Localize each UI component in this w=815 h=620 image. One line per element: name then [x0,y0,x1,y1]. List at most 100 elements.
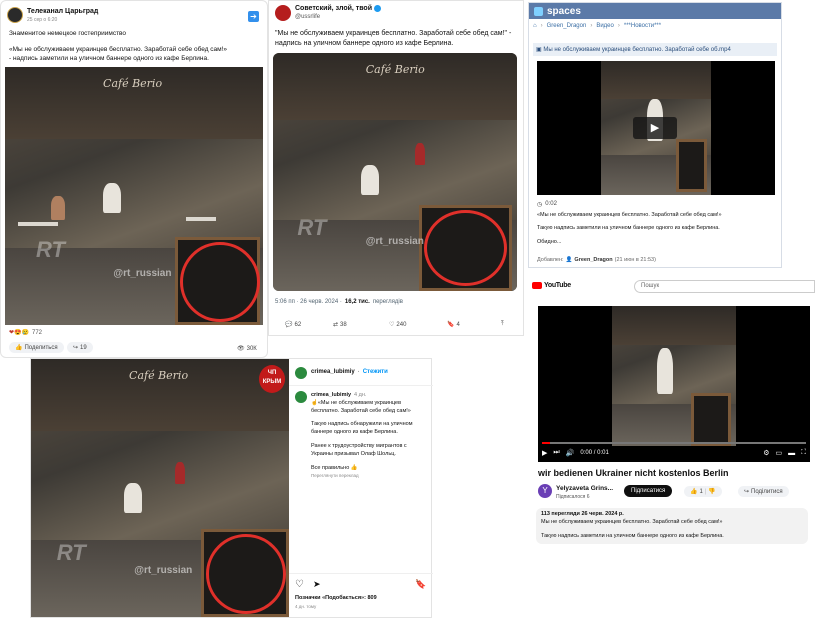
channel-name[interactable]: Yelyzaveta Grins... [556,485,613,492]
repost-icon: ⇄ [333,322,339,328]
user-handle[interactable]: @ussrlife [295,14,320,20]
heart-icon[interactable]: ♡ [295,579,304,590]
added-time: (21 июн в 21:53) [614,257,656,263]
search-input[interactable]: Пошук [634,280,815,293]
post-age: 4 дн. тому [295,604,317,609]
reaction-count: 772 [32,330,43,336]
likes-count: Позначки «Подобається»: 809 [295,595,377,601]
thumbs-up-icon: 👍 [15,345,23,351]
like-count: 240 [396,321,407,328]
telegram-post: Телеканал Царьград 25 сер о 6:20 ➔ Знаме… [0,0,268,358]
like-button[interactable]: ♡ 240 [389,321,407,329]
views: 👁 30К [237,345,257,353]
repost-button[interactable]: ⇄ 38 [333,321,347,329]
share-icon[interactable]: ➤ [313,579,321,590]
share-button[interactable]: ↪ 19 [67,342,93,353]
breadcrumb-user[interactable]: Green_Dragon [547,23,587,29]
channel-avatar[interactable] [7,7,23,23]
caption-username[interactable]: crimea_lubimiy [311,392,351,398]
user-avatar[interactable] [295,367,307,379]
follow-button[interactable]: Стежити [363,369,388,375]
watermark: @rt_russian [134,565,193,577]
channel-avatar[interactable]: Y [538,484,552,498]
spaces-logo-icon [534,6,543,16]
youtube-logo[interactable]: YouTube [532,282,571,289]
channel-name[interactable]: Телеканал Царьград [27,8,98,15]
user-avatar[interactable] [275,5,291,21]
play-icon[interactable]: ▶ [542,449,547,457]
highlight-circle [424,210,508,287]
clock-icon: ◷ [537,202,543,208]
spaces-logo[interactable]: spaces [547,6,581,17]
channel-badge: ЧП КРЫМ [259,365,285,393]
theater-icon[interactable]: ▬ [788,450,795,457]
views-count: 30К [246,345,257,352]
description-line-1: Мы не обслуживаем украинцев бесплатно. З… [541,519,723,525]
share-button[interactable]: ⤒ [501,321,504,328]
post-time: 25 сер о 6:20 [27,17,58,23]
like-button[interactable]: 👍 Поделиться [9,342,64,353]
caption-p4: Все правильно 👍 [311,465,358,471]
description-box[interactable]: 113 перегляди 26 черв. 2024 р. Мы не обс… [536,508,808,544]
tweet-text-2: надпись на уличном баннере одного из каф… [275,40,454,47]
caption-time: 4 дн. [354,392,367,398]
subscribe-button[interactable]: Підписатися [624,485,673,497]
bookmark-icon[interactable]: 🔖 [415,579,426,590]
caption-p1: ☝️«Мы не обслуживаем украинцев бесплатно… [311,400,411,414]
reply-button[interactable]: 💬 62 [285,321,301,329]
video-stats: 113 перегляди 26 черв. 2024 р. [541,511,624,517]
post-photo[interactable]: Café Berio RT @rt_russian [5,67,263,325]
share-count: 19 [80,344,87,351]
next-icon[interactable]: ⏭ [553,449,559,457]
like-button[interactable]: 👍 1 | 👎 [684,486,722,497]
like-label: Поделиться [24,344,58,351]
reaction-icons[interactable]: ❤😍😢 [9,329,29,336]
spaces-page: spaces ⌂ › Green_Dragon › Видео › ***Нов… [528,2,782,268]
home-icon[interactable]: ⌂ [533,23,537,29]
heart-icon: ♡ [389,322,395,328]
caption-2: Такую надпись заметили на уличном баннер… [537,225,720,231]
thumbs-up-icon: 👍 [690,489,698,495]
watermark: @rt_russian [113,268,172,280]
youtube-page: YouTube Пошук ▶ ⏭ 🔊 0:00 / 0:01 ⚙ ▭ ▬ ⛶ … [528,276,815,620]
share-button[interactable]: ↪ Поділитися [738,486,789,497]
fullscreen-icon[interactable]: ⛶ [801,449,806,457]
duration: ◷ 0:02 [537,201,557,208]
caption-avatar[interactable] [295,391,307,403]
translate-link[interactable]: Переглянути переклад [311,473,359,478]
username[interactable]: crimea_lubimiy [311,369,355,375]
added-user[interactable]: Green_Dragon [574,257,612,263]
settings-icon[interactable]: ⚙ [763,449,769,457]
user-icon: 👤 [565,257,573,263]
views-number: 16,2 тис. [344,299,370,305]
video-player[interactable]: ▶ ⏭ 🔊 0:00 / 0:01 ⚙ ▭ ▬ ⛶ [538,306,810,462]
watermark: @rt_russian [365,236,424,248]
user-name[interactable]: Советский, злой, твой [295,5,381,12]
user-name-text: Советский, злой, твой [295,5,372,12]
youtube-logo-text: YouTube [544,282,571,289]
miniplayer-icon[interactable]: ▭ [775,449,782,457]
progress-bar[interactable] [542,442,806,444]
video-file-icon: ▣ [536,47,542,53]
post-photo[interactable]: Café Berio RT @rt_russian ЧП КРЫМ [31,359,289,617]
thumbs-down-icon[interactable]: 👎 [708,488,715,495]
description-line-2: Такую надпись заметили на уличном баннер… [541,533,724,539]
subscriber-count: Підписалося 6 [556,494,590,500]
tweet-text-1: "Мы не обслуживаем украинцев бесплатно. … [275,30,512,37]
tweet-photo[interactable]: Café Berio RT @rt_russian [273,53,517,291]
video-player[interactable]: ▶ [537,61,775,195]
cafe-sign: Café Berio [129,369,189,383]
share-icon[interactable]: ➔ [248,11,259,22]
play-button[interactable]: ▶ [633,117,677,139]
post-line-2: «Мы не обслуживаем украинцев бесплатно. … [9,46,228,53]
volume-icon[interactable]: 🔊 [566,449,575,457]
views-label: переглядів [372,299,403,305]
added-info: Добавлен: 👤 Green_Dragon (21 июн в 21:53… [537,257,656,263]
tweet-time: 5:06 пп · 26 черв. 2024 · [275,299,342,305]
caption-p2: Такую надпись обнаружили на уличном банн… [311,421,413,435]
breadcrumb-video[interactable]: Видео [596,23,614,29]
bookmark-button[interactable]: 🔖 4 [447,321,460,329]
breadcrumb-folder[interactable]: ***Новости*** [624,23,661,29]
duration-text: 0:02 [545,201,557,207]
badge-line-1: ЧП [267,370,277,376]
